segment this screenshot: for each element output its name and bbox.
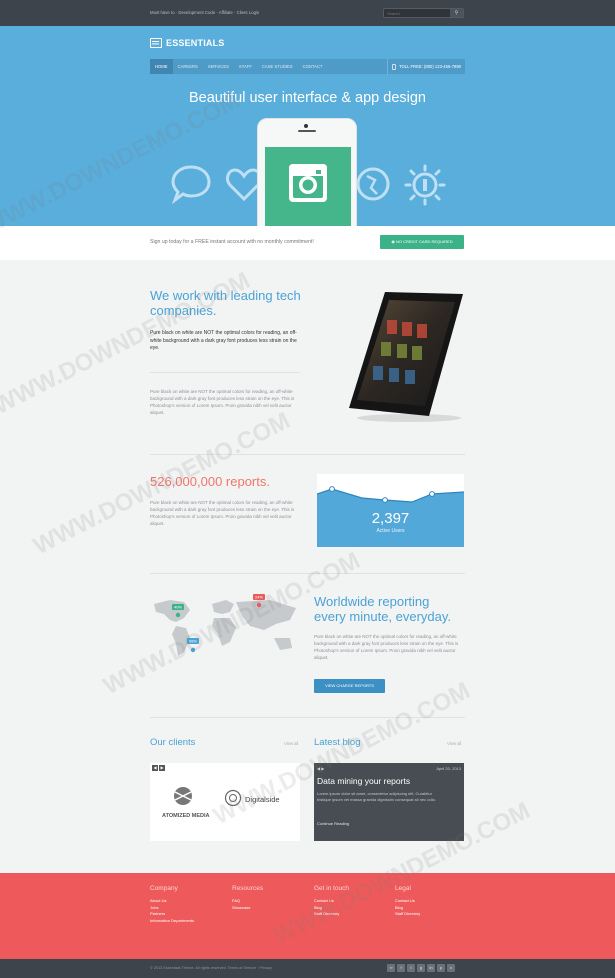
footer-col-title: Legal xyxy=(395,885,411,892)
copyright: © 2013 Essentials Theme. All rights rese… xyxy=(150,966,272,970)
phone-speaker xyxy=(298,130,316,132)
mobile-icon xyxy=(392,63,396,70)
atomized-logo-icon xyxy=(174,787,192,805)
footer: Company About Us Jobs Partners Informati… xyxy=(0,873,615,959)
facebook-icon[interactable]: f xyxy=(397,964,405,972)
section1-title: We work with leading tech companies. xyxy=(150,288,301,318)
prev-arrow-icon[interactable]: ◀ xyxy=(152,765,158,771)
section3-title: Worldwide reporting every minute, everyd… xyxy=(314,594,452,624)
divider-3 xyxy=(150,573,465,574)
footer-link[interactable]: Showcase xyxy=(232,905,263,912)
nav-item-contact[interactable]: CONTACT xyxy=(298,59,328,74)
nav-item-case-studies[interactable]: CASE STUDIES xyxy=(257,59,298,74)
nav-item-services[interactable]: SERVICES xyxy=(203,59,234,74)
footer-col-legal: Legal Contact Us Blog Staff Directory xyxy=(395,885,420,918)
section-tech-companies: We work with leading tech companies. Pur… xyxy=(150,288,302,353)
active-users-count: 2,397 xyxy=(371,510,410,527)
footer-link[interactable]: Information Departments xyxy=(150,918,194,925)
no-credit-card-label: NO CREDIT CARD REQUIRED xyxy=(396,239,453,244)
section3-paragraph: Pure black on white are NOT the optimal … xyxy=(314,634,459,660)
search-icon[interactable]: ⚲ xyxy=(450,9,463,17)
phone-camera xyxy=(304,124,308,128)
active-users-widget: 2,397 Active Users xyxy=(317,474,464,547)
top-bar: Must have to · Development Code · Affili… xyxy=(0,0,615,26)
client-logo-digitalside: Digitalside xyxy=(245,795,280,804)
active-users-label: Active Users xyxy=(376,528,405,534)
grid-logo-icon xyxy=(150,38,162,48)
section1-lead: Pure black on white are NOT the optimal … xyxy=(150,330,297,351)
globe-icon xyxy=(356,167,390,201)
footer-col-company: Company About Us Jobs Partners Informati… xyxy=(150,885,194,924)
hero-headline: Beautiful user interface & app design xyxy=(189,90,426,106)
section1-divider xyxy=(150,372,300,373)
clients-carousel: ◀ ▶ ATOMIZED MEDIA Digitalside xyxy=(150,763,300,841)
clients-view-all[interactable]: View all xyxy=(284,741,298,746)
toll-free-phone: TOLL FREE: (800) 123-456-7890 xyxy=(387,59,465,74)
divider-4 xyxy=(150,717,465,718)
continue-reading-link[interactable]: Continue Reading xyxy=(317,821,349,826)
section2-paragraph: Pure black on white are NOT the optimal … xyxy=(150,500,295,526)
blog-post-card[interactable]: ◀ ▶ April 20, 2013 Data mining your repo… xyxy=(314,763,464,841)
digitalside-logo-icon xyxy=(224,789,242,807)
client-logo-atomized: ATOMIZED MEDIA xyxy=(162,813,210,819)
nav-item-staff[interactable]: STAFF xyxy=(234,59,257,74)
footer-col-title: Get in touch xyxy=(314,885,350,892)
search-box[interactable]: ⚲ xyxy=(383,8,464,18)
social-links: ∞ f t g in p v xyxy=(387,964,455,972)
blog-nav-arrows-icon[interactable]: ◀ ▶ xyxy=(317,766,324,771)
linkedin-icon[interactable]: in xyxy=(427,964,435,972)
footer-col-title: Company xyxy=(150,885,178,892)
footer-link[interactable]: Staff Directory xyxy=(314,911,349,918)
map-pin-blue: 98% xyxy=(187,638,199,653)
settings-icon xyxy=(404,164,446,206)
chat-icon xyxy=(171,165,211,204)
section1-paragraph: Pure black on white are NOT the optimal … xyxy=(150,389,295,415)
vimeo-icon[interactable]: v xyxy=(447,964,455,972)
map-pin-label-2: 24% xyxy=(255,595,263,600)
footer-col-get-in-touch: Get in touch Contact Us Blog Staff Direc… xyxy=(314,885,349,918)
footer-col-resources: Resources FAQ Showcase xyxy=(232,885,263,911)
instagram-icon xyxy=(289,164,327,202)
phone-number: TOLL FREE: (800) 123-456-7890 xyxy=(399,64,461,69)
brand-name: ESSENTIALS xyxy=(166,38,225,48)
clients-title: Our clients xyxy=(150,737,196,748)
map-pin-label-3: 98% xyxy=(189,639,197,644)
view-reports-button[interactable]: VIEW CHARGE REPORTS xyxy=(314,679,385,693)
blog-post-date: April 20, 2013 xyxy=(436,766,461,771)
rss-icon[interactable]: ∞ xyxy=(387,964,395,972)
blog-post-title[interactable]: Data mining your reports xyxy=(317,776,410,786)
footer-col-title: Resources xyxy=(232,885,264,892)
map-pin-label-1: 40% xyxy=(174,605,182,610)
main-nav: HOME CAREERS SERVICES STAFF CASE STUDIES… xyxy=(150,59,465,74)
google-icon[interactable]: g xyxy=(417,964,425,972)
signup-text: Sign up today for a FREE instant account… xyxy=(150,239,314,245)
search-input[interactable] xyxy=(387,10,449,17)
bottom-bar: © 2013 Essentials Theme. All rights rese… xyxy=(0,959,615,978)
section2-title: 526,000,000 reports. xyxy=(150,474,270,489)
blog-post-excerpt: Lorem ipsum dolor sit amet, consectetur … xyxy=(317,791,436,802)
footer-link[interactable]: Staff Directory xyxy=(395,911,420,918)
pinterest-icon[interactable]: p xyxy=(437,964,445,972)
twitter-icon[interactable]: t xyxy=(407,964,415,972)
nav-item-careers[interactable]: CAREERS xyxy=(173,59,203,74)
brand-logo[interactable]: ESSENTIALS xyxy=(150,38,225,48)
hero: ESSENTIALS HOME CAREERS SERVICES STAFF C… xyxy=(0,26,615,226)
phone-screen xyxy=(265,147,351,226)
blog-view-all[interactable]: View all xyxy=(447,741,461,746)
world-map: 40% 24% 98% xyxy=(154,594,296,656)
nav-item-home[interactable]: HOME xyxy=(150,59,173,74)
blog-title: Latest blog xyxy=(314,737,361,748)
tablet-image xyxy=(349,292,463,422)
signup-strip: Sign up today for a FREE instant account… xyxy=(0,226,615,260)
divider-2 xyxy=(150,454,465,455)
next-arrow-icon[interactable]: ▶ xyxy=(159,765,165,771)
top-links[interactable]: Must have to · Development Code · Affili… xyxy=(150,10,259,15)
no-credit-card-button[interactable]: ◉ NO CREDIT CARD REQUIRED xyxy=(380,235,464,249)
phone-mockup xyxy=(257,118,357,226)
